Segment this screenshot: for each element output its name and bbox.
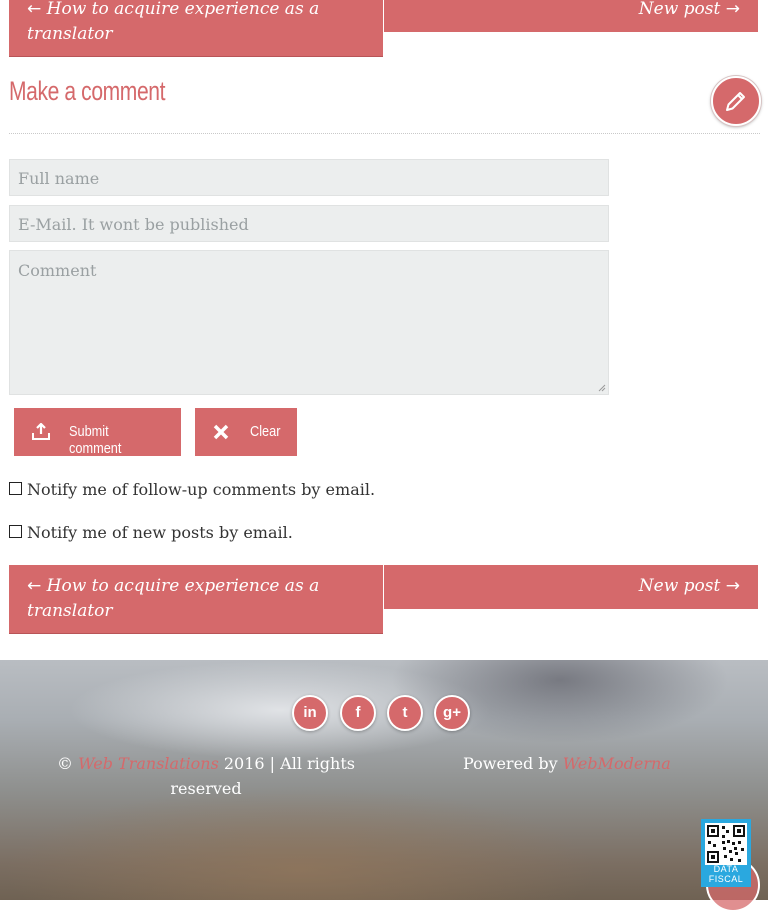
next-post-link-bottom[interactable]: New post → [384, 565, 758, 609]
facebook-icon: f [355, 704, 361, 721]
qr-code-icon [705, 823, 747, 865]
email-placeholder: E-Mail. It wont be published [18, 215, 249, 234]
full-name-placeholder: Full name [18, 169, 100, 188]
brand-link[interactable]: Web Translations [78, 754, 219, 773]
copyright: © Web Translations 2016 | All rights res… [56, 751, 356, 801]
edit-comment-button[interactable] [711, 76, 761, 126]
close-icon [213, 424, 229, 440]
submit-comment-button[interactable]: Submit comment [14, 408, 181, 457]
notify-followup-label: Notify me of follow-up comments by email… [27, 480, 376, 499]
google-plus-button[interactable]: g+ [434, 695, 470, 731]
arrow-right-icon: → [725, 576, 740, 596]
clear-button[interactable]: Clear [195, 408, 297, 456]
full-name-input[interactable]: Full name [9, 159, 609, 196]
pencil-icon [726, 92, 745, 111]
resize-handle-icon[interactable] [596, 382, 606, 392]
submit-comment-label: Submit comment [69, 423, 122, 457]
next-post-link-top[interactable]: New post → [384, 0, 758, 32]
previous-post-title: How to acquire experience as a translato… [27, 576, 320, 621]
next-post-label: New post [638, 0, 721, 19]
previous-post-link-bottom[interactable]: ← How to acquire experience as a transla… [9, 565, 383, 634]
twitter-button[interactable]: t [387, 695, 423, 731]
notify-posts-checkbox[interactable] [9, 525, 22, 538]
powered-by: Powered by WebModerna [463, 751, 671, 776]
comment-section-title: Make a comment [9, 76, 166, 106]
arrow-left-icon: ← [27, 0, 42, 19]
arrow-right-icon: → [725, 0, 740, 19]
previous-post-link-top[interactable]: ← How to acquire experience as a transla… [9, 0, 383, 57]
previous-post-title: How to acquire experience as a translato… [27, 0, 320, 44]
notify-followup-checkbox[interactable] [9, 482, 22, 495]
twitter-icon: t [402, 704, 408, 721]
notify-followup-option[interactable]: Notify me of follow-up comments by email… [9, 480, 375, 499]
facebook-button[interactable]: f [340, 695, 376, 731]
linkedin-icon: in [303, 704, 317, 721]
notify-posts-label: Notify me of new posts by email. [27, 523, 293, 542]
copyright-symbol: © [57, 754, 74, 773]
comment-textarea[interactable]: Comment [9, 250, 609, 395]
comment-placeholder: Comment [18, 261, 97, 280]
data-fiscal-badge[interactable]: DATA FISCAL [701, 819, 751, 887]
section-divider [9, 133, 760, 134]
notify-posts-option[interactable]: Notify me of new posts by email. [9, 523, 293, 542]
clear-label: Clear [250, 423, 281, 440]
email-input[interactable]: E-Mail. It wont be published [9, 205, 609, 242]
linkedin-button[interactable]: in [292, 695, 328, 731]
powered-by-link[interactable]: WebModerna [563, 754, 671, 773]
google-plus-icon: g+ [443, 704, 461, 721]
arrow-left-icon: ← [27, 576, 42, 596]
powered-by-label: Powered by [463, 754, 558, 773]
upload-icon [32, 423, 50, 440]
next-post-label: New post [638, 576, 721, 596]
badge-caption: DATA FISCAL [708, 864, 744, 884]
